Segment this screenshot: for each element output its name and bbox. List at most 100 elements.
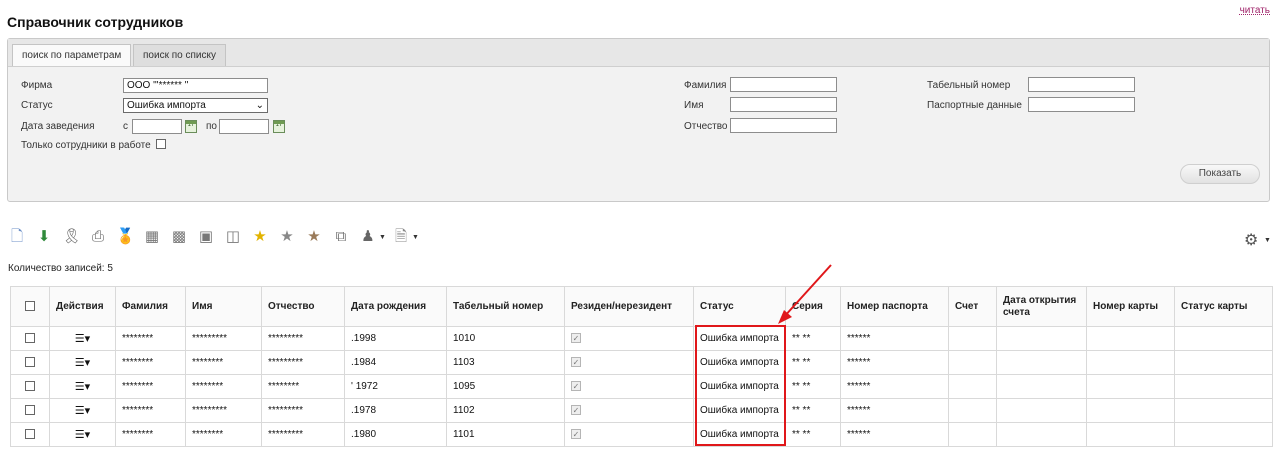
cell-first: ********* (185, 326, 262, 351)
read-link[interactable]: читать (1240, 5, 1270, 16)
menu-icon[interactable]: ☰▾ (75, 405, 90, 417)
cell-series: ** ** (785, 422, 841, 447)
show-button[interactable]: Показать (1180, 164, 1260, 184)
cell-tab: 1095 (446, 374, 565, 399)
firstname-input[interactable] (730, 97, 837, 112)
card-stack-icon[interactable]: ◫ (224, 228, 242, 246)
column-header[interactable]: Дата рождения (344, 286, 447, 327)
calendar-icon[interactable]: 17 (273, 120, 285, 133)
cell-last: ******** (115, 374, 186, 399)
row-select-cell[interactable] (10, 422, 50, 447)
cell-first: ******** (185, 374, 262, 399)
row-actions-menu[interactable]: ☰▾ (49, 350, 116, 375)
cell-passport: ****** (840, 350, 949, 375)
patronymic-input[interactable] (730, 118, 837, 133)
column-header[interactable]: Имя (185, 286, 262, 327)
column-header[interactable]: Номер паспорта (840, 286, 949, 327)
only-working-checkbox[interactable] (156, 139, 166, 149)
resident-cell: ✓ (564, 398, 694, 423)
menu-icon[interactable]: ☰▾ (75, 381, 90, 393)
settings-dropdown-icon[interactable]: ▼ (1264, 237, 1271, 244)
row-checkbox[interactable] (25, 357, 35, 368)
column-header[interactable]: Резиден/нерезидент (564, 286, 694, 327)
table-row[interactable]: ☰▾ ******** ********* ********* .1998 1010 ✓ Ош… (10, 326, 1273, 351)
column-header[interactable]: Счет (948, 286, 997, 327)
row-checkbox[interactable] (25, 333, 35, 344)
cell-opened (996, 374, 1087, 399)
row-select-cell[interactable] (10, 398, 50, 423)
column-header[interactable]: Отчество (261, 286, 345, 327)
chevron-down-icon: ⌄ (255, 100, 264, 111)
cell-account (948, 374, 997, 399)
firm-field[interactable]: ООО "'****** " (123, 78, 268, 93)
row-checkbox[interactable] (25, 381, 35, 392)
column-header[interactable]: Серия (785, 286, 841, 327)
status-label: Статус (21, 100, 53, 111)
row-checkbox[interactable] (25, 429, 35, 440)
tab-search-by-list[interactable]: поиск по списку (133, 44, 226, 66)
id-card-edit-icon[interactable]: ▩ (170, 228, 188, 246)
menu-icon[interactable]: ☰▾ (75, 429, 90, 441)
passport-input[interactable] (1028, 97, 1135, 112)
table-row[interactable]: ☰▾ ******** ********* ********* .1978 1102 ✓ Ош… (10, 398, 1273, 423)
menu-icon[interactable]: ☰▾ (75, 357, 90, 369)
column-header[interactable]: Номер карты (1086, 286, 1175, 327)
passport-label: Паспортные данные (927, 100, 1022, 111)
row-checkbox[interactable] (25, 405, 35, 416)
date-from-label: с (123, 121, 128, 132)
cell-patr: ********* (261, 326, 345, 351)
print-icon[interactable]: ⎙ (89, 228, 107, 246)
select-all-checkbox[interactable] (25, 300, 35, 311)
star-icon[interactable]: ★ (251, 228, 269, 246)
document-dropdown-icon[interactable]: ▼ (412, 234, 419, 241)
column-header[interactable]: Статус карты (1174, 286, 1273, 327)
table-row[interactable]: ☰▾ ******** ******** ******** ' 1972 1095 ✓ Оши… (10, 374, 1273, 399)
ribbon-award-icon[interactable]: 🎗 (62, 228, 81, 246)
table-row[interactable]: ☰▾ ******** ******** ********* .1984 1103 ✓ Оши… (10, 350, 1273, 375)
records-count: Количество записей: 5 (8, 263, 113, 274)
row-actions-menu[interactable]: ☰▾ (49, 398, 116, 423)
new-document-icon[interactable]: 🗋 (8, 228, 26, 246)
id-card-add-icon[interactable]: ▣ (197, 228, 215, 246)
star-remove-icon[interactable]: ★ (305, 228, 323, 246)
cell-opened (996, 326, 1087, 351)
cell-tab: 1103 (446, 350, 565, 375)
column-header[interactable]: Дата открытия счета (996, 286, 1087, 327)
search-tabs: поиск по параметрам поиск по списку (8, 39, 1269, 67)
tabnum-input[interactable] (1028, 77, 1135, 92)
column-header[interactable]: Статус (693, 286, 786, 327)
users-icon[interactable]: ♟ (359, 228, 377, 246)
cell-birth: .1978 (344, 398, 447, 423)
id-card-icon[interactable]: ▦ (143, 228, 161, 246)
tab-search-by-params[interactable]: поиск по параметрам (12, 44, 132, 66)
cell-status: Ошибка импорта (693, 326, 786, 351)
download-icon[interactable]: ⬇ (35, 228, 53, 246)
column-header[interactable]: Табельный номер (446, 286, 565, 327)
row-actions-menu[interactable]: ☰▾ (49, 326, 116, 351)
award-remove-icon[interactable]: 🏅 (116, 228, 135, 246)
date-to-input[interactable] (219, 119, 269, 134)
date-to-label: по (206, 121, 217, 132)
row-select-cell[interactable] (10, 350, 50, 375)
gear-icon[interactable]: ⚙ (1244, 230, 1258, 250)
status-select[interactable]: Ошибка импорта ⌄ (123, 98, 268, 113)
column-header[interactable]: Фамилия (115, 286, 186, 327)
calendar-icon[interactable]: 17 (185, 120, 197, 133)
copy-cards-icon[interactable]: ⧉ (332, 228, 350, 246)
resident-cell: ✓ (564, 422, 694, 447)
document-icon[interactable]: 🗎 (392, 228, 410, 246)
date-from-input[interactable] (132, 119, 182, 134)
select-all-header[interactable] (10, 286, 50, 327)
menu-icon[interactable]: ☰▾ (75, 333, 90, 345)
cell-card (1086, 398, 1175, 423)
table-row[interactable]: ☰▾ ******** ******** ********* .1980 1101 ✓ Оши… (10, 422, 1273, 447)
star-edit-icon[interactable]: ★ (278, 228, 296, 246)
lastname-input[interactable] (730, 77, 837, 92)
column-header[interactable]: Действия (49, 286, 116, 327)
row-select-cell[interactable] (10, 326, 50, 351)
cell-patr: ******** (261, 374, 345, 399)
row-select-cell[interactable] (10, 374, 50, 399)
users-dropdown-icon[interactable]: ▼ (379, 234, 386, 241)
row-actions-menu[interactable]: ☰▾ (49, 374, 116, 399)
row-actions-menu[interactable]: ☰▾ (49, 422, 116, 447)
